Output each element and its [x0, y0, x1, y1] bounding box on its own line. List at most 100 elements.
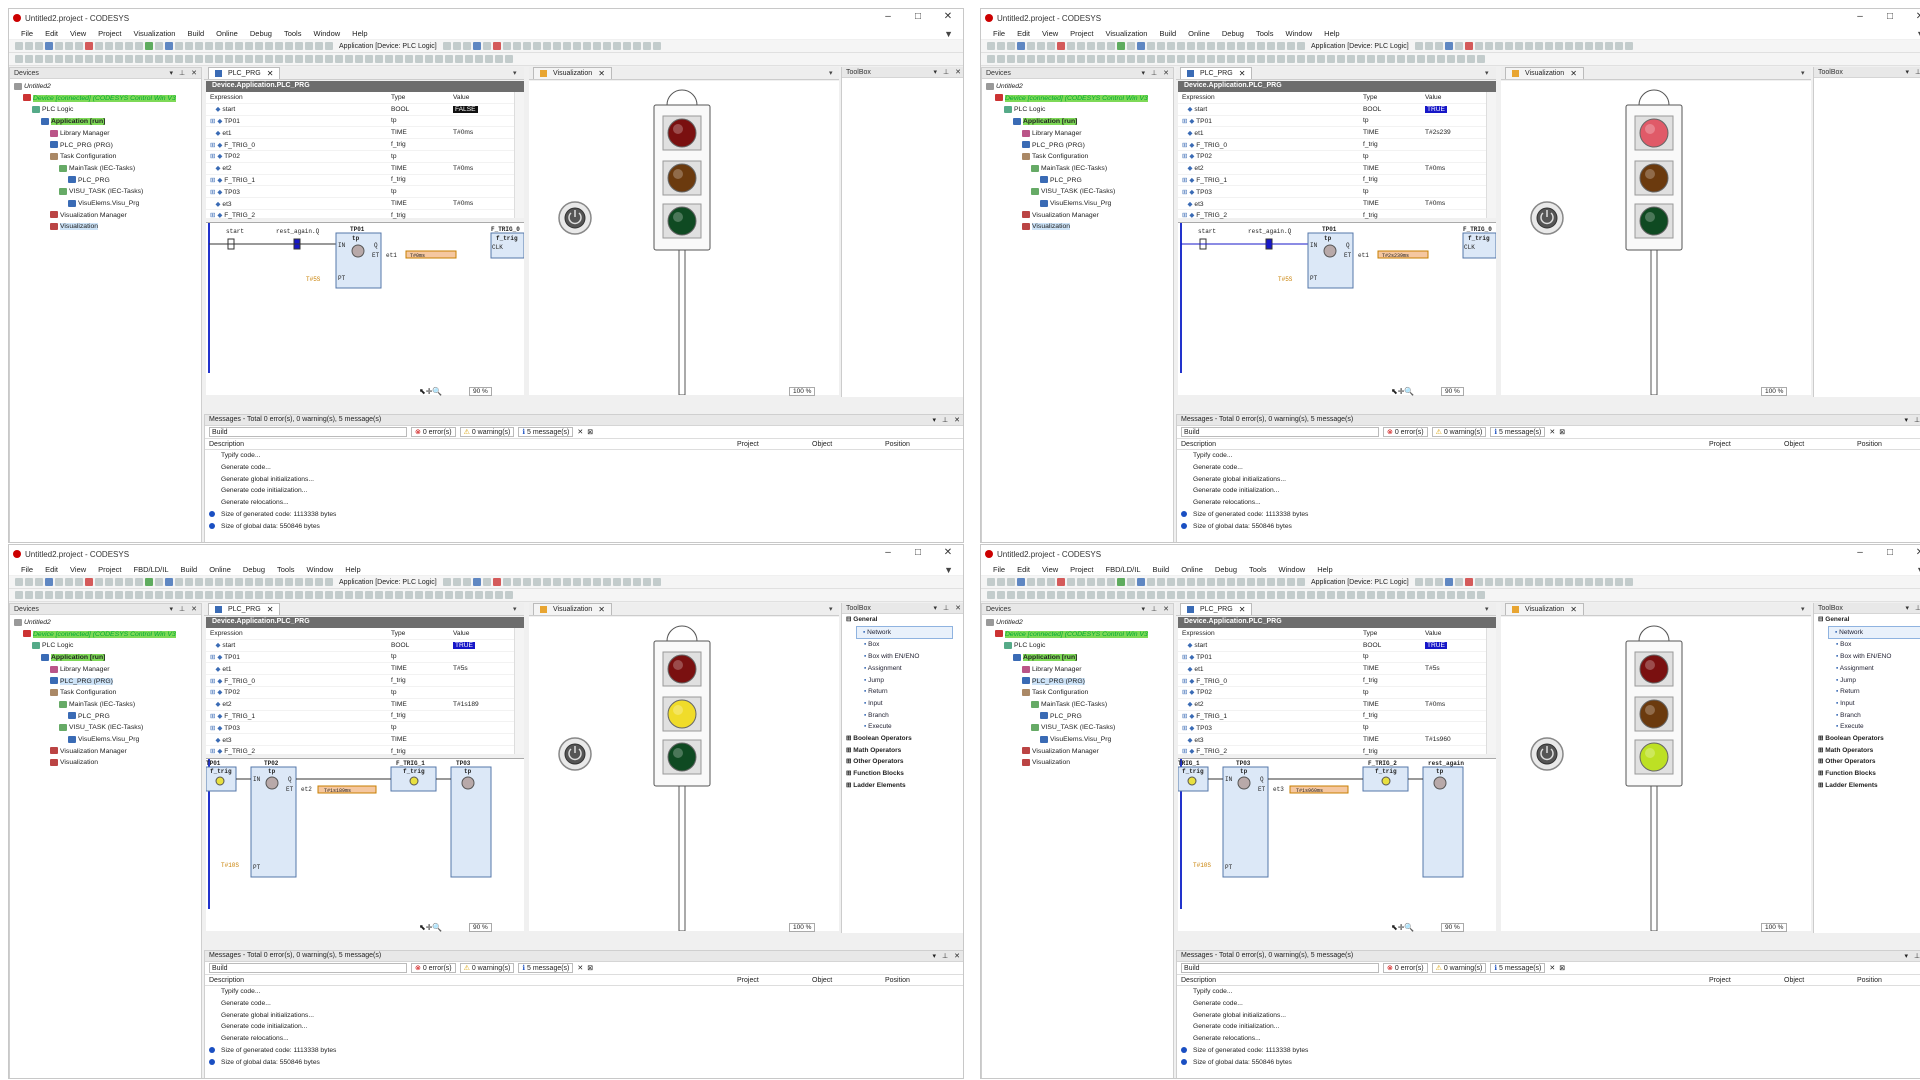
menu-file[interactable]: File: [15, 29, 39, 38]
toolbar-icon[interactable]: [512, 42, 521, 50]
toolbar-icon[interactable]: [482, 578, 491, 586]
toolbar-icon[interactable]: [1147, 578, 1155, 586]
toolbar-icon[interactable]: [45, 578, 53, 586]
minimize-button[interactable]: –: [873, 11, 903, 22]
toolbar-icon[interactable]: [205, 42, 213, 50]
toolbar-icon[interactable]: [502, 42, 511, 50]
toolbar-icon[interactable]: [1464, 42, 1473, 50]
message-line[interactable]: Generate relocations...: [205, 497, 963, 509]
tree-item[interactable]: PLC Logic: [12, 640, 199, 652]
toolbar-icon[interactable]: [45, 42, 53, 50]
errors-filter[interactable]: ⊗ 0 error(s): [1383, 427, 1428, 437]
toolbar-icon[interactable]: [1604, 578, 1613, 586]
messages-category-combo[interactable]: Build: [1181, 963, 1379, 973]
toolbar-icon[interactable]: [552, 578, 561, 586]
minimize-button[interactable]: –: [1845, 11, 1875, 22]
toolbox-group[interactable]: ⊞ Math Operators: [1814, 745, 1920, 757]
toolbar-icon[interactable]: [1147, 55, 1155, 63]
toolbar-icon[interactable]: [395, 591, 403, 599]
toolbar-icon[interactable]: [345, 591, 353, 599]
tab-plc-prg[interactable]: PLC_PRG ✕: [208, 67, 281, 79]
toolbar-icon[interactable]: [1197, 578, 1205, 586]
dropdown-icon[interactable]: ▾: [1905, 952, 1909, 960]
toolbar-icon[interactable]: [1624, 42, 1633, 50]
toolbar-icon[interactable]: [602, 42, 611, 50]
toolbar-icon[interactable]: [1534, 42, 1543, 50]
toolbar-icon[interactable]: [622, 578, 631, 586]
toolbar-icon[interactable]: [1454, 578, 1463, 586]
message-line[interactable]: Typify code...: [1177, 986, 1920, 998]
toolbar-icon[interactable]: [1514, 42, 1523, 50]
close-icon[interactable]: ✕: [191, 605, 197, 613]
toolbar-icon[interactable]: [155, 55, 163, 63]
toolbar-icon[interactable]: [1414, 42, 1423, 50]
toolbar-icon[interactable]: [1117, 591, 1125, 599]
toolbar-icon[interactable]: [1157, 55, 1165, 63]
toolbar-icon[interactable]: [1147, 591, 1155, 599]
toolbar-icon[interactable]: [375, 55, 383, 63]
message-line[interactable]: Generate code...: [1177, 462, 1920, 474]
toolbar-icon[interactable]: [1267, 42, 1275, 50]
maximize-button[interactable]: □: [903, 547, 933, 558]
menu-visualization[interactable]: Visualization: [1100, 29, 1154, 38]
tab-visualization[interactable]: Visualization ✕: [533, 603, 612, 615]
menu-help[interactable]: Help: [1311, 565, 1338, 574]
toolbar-icon[interactable]: [1137, 591, 1145, 599]
toolbar-icon[interactable]: [1467, 55, 1475, 63]
toolbar-icon[interactable]: [1107, 578, 1115, 586]
toolbar-icon[interactable]: [1227, 42, 1235, 50]
menu-build[interactable]: Build: [175, 565, 204, 574]
dropdown-icon[interactable]: ▾: [934, 68, 938, 76]
toolbar-icon[interactable]: [195, 591, 203, 599]
toolbar-icon[interactable]: [145, 591, 153, 599]
toolbar-icon[interactable]: [1544, 42, 1553, 50]
toolbar-icon[interactable]: [1167, 578, 1175, 586]
toolbar-icon[interactable]: [335, 591, 343, 599]
toolbar-icon[interactable]: [1057, 591, 1065, 599]
toolbar-icon[interactable]: [1217, 55, 1225, 63]
dropdown-icon[interactable]: ▾: [170, 605, 174, 613]
toolbar-icon[interactable]: [1554, 578, 1563, 586]
toolbar-icon[interactable]: [1474, 42, 1483, 50]
toolbar-icon[interactable]: [462, 42, 471, 50]
toolbox-item[interactable]: ▪ Return: [842, 686, 963, 698]
message-line[interactable]: Generate global initializations...: [205, 474, 963, 486]
toolbar-icon[interactable]: [125, 591, 133, 599]
toolbar-icon[interactable]: [472, 578, 481, 586]
toolbar-icon[interactable]: [425, 55, 433, 63]
toolbar-icon[interactable]: [415, 55, 423, 63]
tree-item[interactable]: VisuElems.Visu_Prg: [984, 734, 1171, 746]
watch-row[interactable]: ⊞ ◆ TP03 tp: [206, 186, 514, 199]
toolbar-icon[interactable]: [1347, 55, 1355, 63]
menu-online[interactable]: Online: [203, 565, 237, 574]
toolbar-icon[interactable]: [135, 591, 143, 599]
toolbar-icon[interactable]: [405, 55, 413, 63]
toolbar-icon[interactable]: [1317, 55, 1325, 63]
ld-zoom[interactable]: 90 %: [1441, 387, 1464, 396]
toolbar-icon[interactable]: [482, 42, 491, 50]
watch-row[interactable]: ⊞ ◆ TP03 tp: [1178, 722, 1486, 735]
toolbar-icon[interactable]: [115, 578, 123, 586]
toolbar-icon[interactable]: [1197, 42, 1205, 50]
dropdown-icon[interactable]: ▾: [1142, 69, 1146, 77]
close-icon[interactable]: ✕: [191, 69, 197, 77]
toolbox-item[interactable]: ▪ Execute: [1814, 721, 1920, 733]
toolbar-icon[interactable]: [245, 591, 253, 599]
watch-row[interactable]: ⊞ ◆ F_TRIG_0 f_trig: [206, 139, 514, 151]
toolbar-icon[interactable]: [225, 55, 233, 63]
minimize-button[interactable]: –: [1845, 547, 1875, 558]
toolbar-icon[interactable]: [175, 42, 183, 50]
toolbar-icon[interactable]: [572, 578, 581, 586]
toolbar-icon[interactable]: [155, 578, 163, 586]
toolbar-icon[interactable]: [495, 591, 503, 599]
toolbar-icon[interactable]: [997, 55, 1005, 63]
close-button[interactable]: ✕: [933, 547, 963, 558]
editor-dropdown-icon[interactable]: ▾: [1485, 605, 1489, 613]
tab-visualization[interactable]: Visualization ✕: [533, 67, 612, 79]
toolbox-group[interactable]: ⊞ Boolean Operators: [1814, 733, 1920, 745]
toolbar-icon[interactable]: [1534, 578, 1543, 586]
minimize-button[interactable]: –: [873, 547, 903, 558]
menu-edit[interactable]: Edit: [39, 29, 64, 38]
pin-icon[interactable]: ⊥: [943, 604, 949, 612]
toolbox-group[interactable]: ⊞ Ladder Elements: [842, 780, 963, 792]
